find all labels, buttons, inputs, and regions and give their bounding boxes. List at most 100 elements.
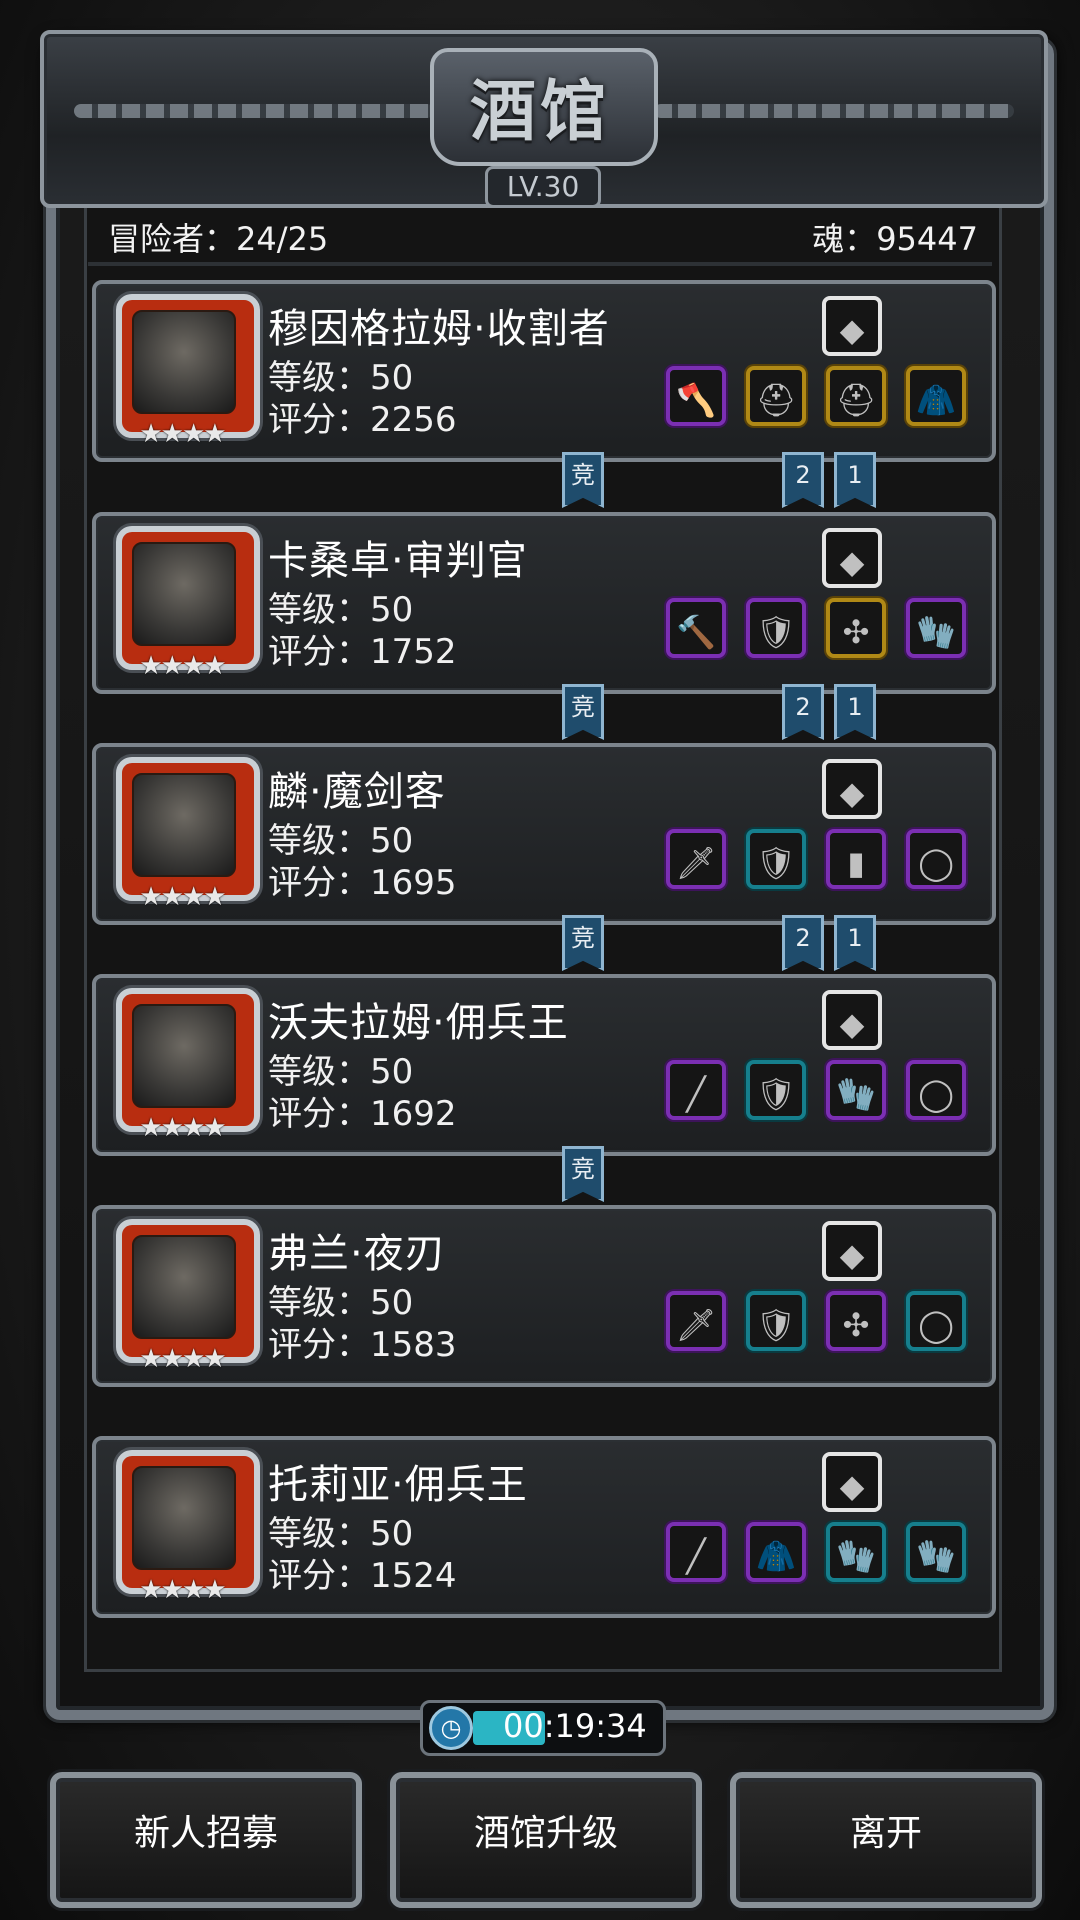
gear-glyph: 🗡 — [675, 1306, 717, 1344]
gear-glyph: 🔨 — [676, 613, 716, 651]
leave-button[interactable]: 离开 — [730, 1772, 1042, 1908]
star-rating: ★★★★ — [139, 882, 226, 912]
divider — [88, 262, 992, 266]
gear-glyph: ⛑ — [755, 381, 797, 419]
chain-left — [74, 104, 434, 118]
chain-right — [654, 104, 1014, 118]
dagger-icon[interactable]: 🗡 — [666, 1291, 726, 1351]
heart-gem-icon[interactable]: ◆ — [822, 990, 882, 1050]
spear-icon[interactable]: ╱ — [666, 1522, 726, 1582]
page-title: 酒馆 — [470, 72, 610, 150]
helmet-icon[interactable]: ⛑ — [826, 366, 886, 426]
hero-name: 麟·魔剑客 — [268, 769, 446, 815]
hero-face — [132, 310, 236, 414]
spear-icon[interactable]: ╱ — [666, 1060, 726, 1120]
helmet-icon[interactable]: ⛑ — [746, 366, 806, 426]
gear-glyph: 🧤 — [916, 613, 956, 651]
gear-glyph: ✣ — [842, 613, 870, 651]
recruit-button[interactable]: 新人招募 — [50, 1772, 362, 1908]
ring-icon[interactable]: ◯ — [906, 829, 966, 889]
gauntlet-icon[interactable]: ◆ — [822, 296, 882, 356]
star-rating: ★★★★ — [139, 1344, 226, 1374]
hero-portrait[interactable] — [116, 294, 260, 438]
hero-score: 评分：1695 — [268, 863, 457, 903]
hero-portrait[interactable] — [116, 1450, 260, 1594]
gear-glyph: ✣ — [842, 1306, 870, 1344]
timer: ◷ 00:19:34 — [420, 1700, 666, 1756]
hero-score: 评分：2256 — [268, 400, 457, 440]
gear-glyph: ╱ — [686, 1075, 706, 1113]
gear-glyph: ◯ — [918, 844, 954, 882]
tavern-level: LV.30 — [485, 166, 601, 208]
soul-count: 魂：95447 — [812, 220, 978, 258]
axe-icon[interactable]: 🪓 — [666, 366, 726, 426]
hero-name: 沃夫拉姆·佣兵王 — [268, 1000, 569, 1046]
gear-glyph: 🧤 — [836, 1075, 876, 1113]
amulet-icon[interactable]: ✣ — [826, 598, 886, 658]
star-rating: ★★★★ — [139, 1113, 226, 1143]
pendant-icon[interactable]: ◆ — [822, 1221, 882, 1281]
timer-text: 00:19:34 — [503, 1707, 647, 1745]
gear-glyph: 🧤 — [916, 1537, 956, 1575]
star-rating: ★★★★ — [139, 419, 226, 449]
hero-name: 卡桑卓·审判官 — [268, 538, 528, 584]
gear-glyph: 🧥 — [916, 381, 956, 419]
hero-score: 评分：1692 — [268, 1094, 457, 1134]
gear-glyph: 🛡 — [755, 1306, 797, 1344]
hero-portrait[interactable] — [116, 1219, 260, 1363]
gear-glyph: ▮ — [847, 844, 865, 882]
hero-card[interactable]: ★★★★ 穆因格拉姆·收割者 等级：50 评分：2256 ◆ 🪓 ⛑ ⛑ 🧥 — [92, 280, 996, 462]
hero-score: 评分：1524 — [268, 1556, 457, 1596]
hero-face — [132, 1235, 236, 1339]
armor-icon[interactable]: 🛡 — [746, 829, 806, 889]
hero-face — [132, 773, 236, 877]
armor-icon[interactable]: 🛡 — [746, 598, 806, 658]
hero-score: 评分：1752 — [268, 632, 457, 672]
hero-card[interactable]: ★★★★ 麟·魔剑客 等级：50 评分：1695 ◆ 🗡 🛡 ▮ ◯ — [92, 743, 996, 925]
clock-icon: ◷ — [429, 1706, 473, 1750]
hero-name: 穆因格拉姆·收割者 — [268, 306, 610, 352]
hammer-icon[interactable]: 🔨 — [666, 598, 726, 658]
hero-face — [132, 1004, 236, 1108]
star-rating: ★★★★ — [139, 1575, 226, 1605]
scabbard-icon[interactable]: ◆ — [822, 759, 882, 819]
gear-glyph: 🪓 — [676, 381, 716, 419]
ring-icon[interactable]: ◯ — [906, 1060, 966, 1120]
hero-portrait[interactable] — [116, 526, 260, 670]
hero-card[interactable]: ★★★★ 托莉亚·佣兵王 等级：50 评分：1524 ◆ ╱ 🧥 🧤 🧤 — [92, 1436, 996, 1618]
upgrade-tavern-button[interactable]: 酒馆升级 — [390, 1772, 702, 1908]
hero-face — [132, 1466, 236, 1570]
fur-icon[interactable]: ◆ — [822, 528, 882, 588]
star-rating: ★★★★ — [139, 651, 226, 681]
gauntlet-icon[interactable]: 🧤 — [826, 1060, 886, 1120]
hero-name: 弗兰·夜刃 — [268, 1231, 446, 1277]
gear-glyph: ◯ — [918, 1306, 954, 1344]
gear-glyph: ◯ — [918, 1075, 954, 1113]
ring-icon[interactable]: ◯ — [906, 1291, 966, 1351]
adventurer-count: 冒险者：24/25 — [108, 220, 329, 258]
cloak-icon[interactable]: 🧥 — [906, 366, 966, 426]
amulet-icon[interactable]: ✣ — [826, 1291, 886, 1351]
sword-icon[interactable]: 🗡 — [666, 829, 726, 889]
gauntlet-icon[interactable]: 🧤 — [906, 598, 966, 658]
hero-card[interactable]: ★★★★ 弗兰·夜刃 等级：50 评分：1583 ◆ 🗡 🛡 ✣ ◯ — [92, 1205, 996, 1387]
armor-icon[interactable]: 🛡 — [746, 1060, 806, 1120]
gear-glyph: 🧥 — [756, 1537, 796, 1575]
plank-icon[interactable]: ▮ — [826, 829, 886, 889]
cloak-icon[interactable]: 🧥 — [746, 1522, 806, 1582]
gear-glyph: ⛑ — [835, 381, 877, 419]
hero-card[interactable]: ★★★★ 卡桑卓·审判官 等级：50 评分：1752 ◆ 🔨 🛡 ✣ 🧤 — [92, 512, 996, 694]
hero-portrait[interactable] — [116, 988, 260, 1132]
armor-icon[interactable]: 🛡 — [746, 1291, 806, 1351]
hero-card[interactable]: ★★★★ 沃夫拉姆·佣兵王 等级：50 评分：1692 ◆ ╱ 🛡 🧤 ◯ — [92, 974, 996, 1156]
gear-glyph: 🛡 — [755, 844, 797, 882]
gauntlet-icon[interactable]: 🧤 — [826, 1522, 886, 1582]
gear-glyph: 🗡 — [675, 844, 717, 882]
hero-portrait[interactable] — [116, 757, 260, 901]
gauntlet-icon[interactable]: 🧤 — [906, 1522, 966, 1582]
summary-bar: 冒险者：24/25 魂：95447 — [108, 214, 978, 260]
knife-icon[interactable]: ◆ — [822, 1452, 882, 1512]
hero-score: 评分：1583 — [268, 1325, 457, 1365]
gear-glyph: ╱ — [686, 1537, 706, 1575]
hero-face — [132, 542, 236, 646]
